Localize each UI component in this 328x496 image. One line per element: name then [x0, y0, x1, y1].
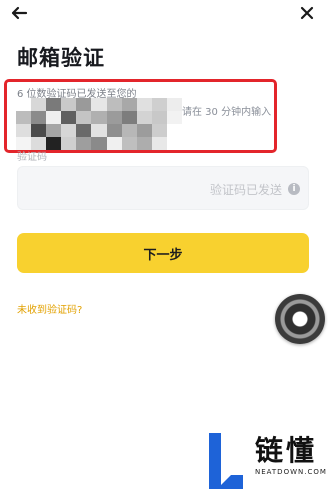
page-title: 邮箱验证 — [17, 46, 105, 70]
mosaic-cell — [61, 111, 77, 124]
info-icon[interactable]: i — [288, 183, 300, 195]
obscured-email — [16, 98, 182, 150]
mosaic-cell — [136, 98, 152, 111]
mosaic-cell — [166, 137, 182, 150]
mosaic-cell — [151, 137, 167, 150]
mosaic-cell — [151, 124, 167, 137]
mosaic-cell — [166, 124, 182, 137]
mosaic-cell — [151, 98, 167, 111]
arrow-left-icon — [11, 6, 28, 20]
watermark-logo: 链懂 NEATDOWN.COM — [207, 428, 327, 494]
mosaic-cell — [106, 124, 122, 137]
mosaic-cell — [76, 124, 92, 137]
mosaic-cell — [31, 98, 47, 111]
back-button[interactable] — [8, 2, 30, 24]
code-status-text: 验证码已发送 — [209, 183, 282, 197]
mosaic-cell — [46, 98, 62, 111]
mosaic-cell — [106, 98, 122, 111]
mosaic-cell — [16, 124, 32, 137]
mosaic-cell — [16, 111, 32, 124]
mosaic-cell — [106, 137, 122, 150]
mosaic-cell — [166, 111, 182, 124]
mosaic-cell — [136, 124, 152, 137]
mosaic-cell — [76, 98, 92, 111]
mosaic-cell — [76, 111, 92, 124]
mosaic-cell — [121, 111, 137, 124]
mosaic-cell — [46, 111, 62, 124]
mosaic-cell — [91, 124, 107, 137]
mosaic-cell — [166, 98, 182, 111]
mosaic-cell — [31, 111, 47, 124]
mosaic-cell — [61, 124, 77, 137]
mosaic-cell — [46, 137, 62, 150]
mosaic-cell — [91, 137, 107, 150]
watermark-chinese: 链懂 — [255, 434, 318, 467]
close-button[interactable] — [297, 3, 317, 23]
mosaic-cell — [16, 98, 32, 111]
mosaic-cell — [121, 98, 137, 111]
mosaic-cell — [76, 137, 92, 150]
next-step-button[interactable]: 下一步 — [17, 233, 309, 273]
mosaic-cell — [106, 111, 122, 124]
mosaic-cell — [121, 124, 137, 137]
logo-mark-icon — [209, 433, 243, 489]
close-icon — [300, 6, 314, 20]
expiry-text: 请在 30 分钟内输入 — [182, 107, 272, 118]
code-field-label: 验证码 — [17, 152, 47, 163]
floating-assistive-button[interactable] — [275, 294, 325, 344]
mosaic-cell — [46, 124, 62, 137]
mosaic-cell — [61, 98, 77, 111]
resend-code-link[interactable]: 未收到验证码? — [17, 301, 82, 316]
verification-code-input[interactable]: 验证码已发送 i — [17, 166, 309, 210]
mosaic-cell — [136, 137, 152, 150]
mosaic-cell — [121, 137, 137, 150]
mosaic-cell — [31, 124, 47, 137]
mosaic-cell — [91, 111, 107, 124]
watermark-english: NEATDOWN.COM — [255, 468, 327, 476]
mosaic-cell — [151, 111, 167, 124]
mosaic-cell — [91, 98, 107, 111]
mosaic-cell — [61, 137, 77, 150]
mosaic-cell — [136, 111, 152, 124]
